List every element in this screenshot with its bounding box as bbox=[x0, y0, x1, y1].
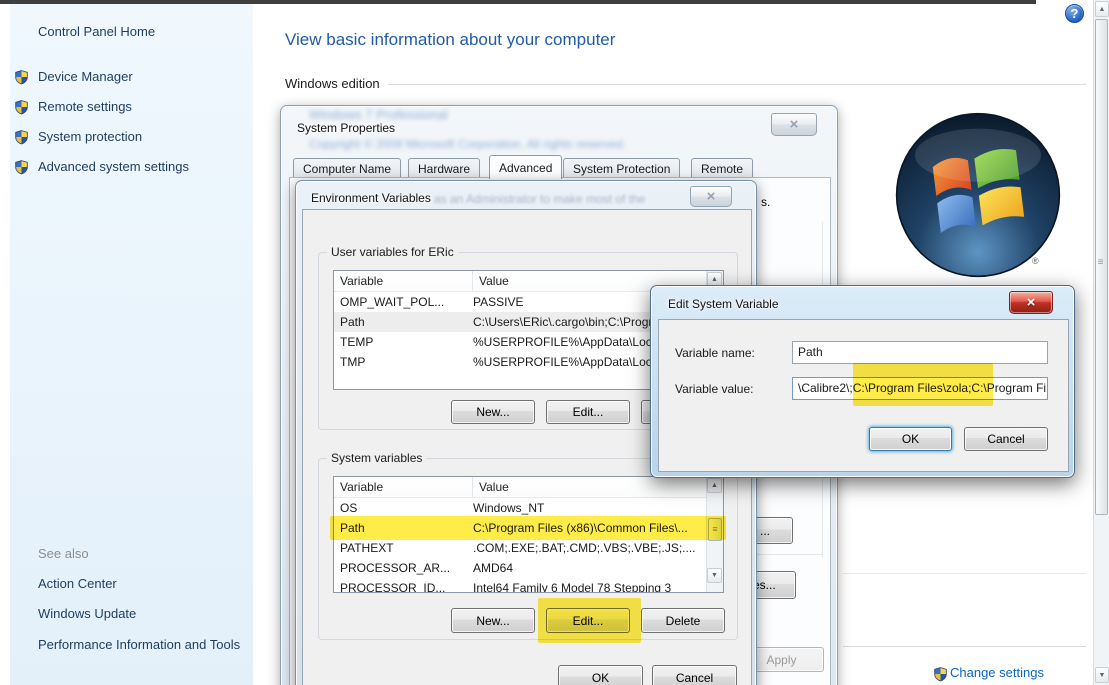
system-delete-button[interactable]: Delete bbox=[641, 608, 725, 633]
see-also-heading: See also bbox=[38, 546, 89, 561]
close-icon[interactable]: × bbox=[1009, 291, 1053, 314]
scroll-down-icon[interactable]: ▼ bbox=[1095, 667, 1109, 683]
page-title: View basic information about your comput… bbox=[285, 30, 616, 49]
page-scrollbar[interactable]: ▲ ≡ ▼ bbox=[1093, 0, 1109, 685]
env-cancel-button[interactable]: Cancel bbox=[652, 665, 737, 685]
sidebar-item-action-center[interactable]: Action Center bbox=[38, 576, 117, 591]
windows-logo bbox=[895, 112, 1061, 278]
uac-shield-icon bbox=[15, 70, 28, 85]
user-variables-label: User variables for ERic bbox=[327, 245, 458, 259]
edit-system-variable-title: Edit System Variable bbox=[668, 297, 779, 311]
system-new-button[interactable]: New... bbox=[451, 608, 535, 633]
sidebar-item-control-panel-home[interactable]: Control Panel Home bbox=[38, 24, 155, 39]
table-row[interactable]: OS Windows_NT bbox=[334, 498, 723, 518]
sidebar-item-system-protection[interactable]: System protection bbox=[38, 129, 142, 144]
blurred-background-text: Copyright © 2009 Microsoft Corporation. … bbox=[309, 137, 626, 151]
scroll-up-icon[interactable]: ▲ bbox=[707, 478, 722, 493]
screen: Control Panel Home Device Manager Remote… bbox=[0, 0, 1109, 685]
highlight-annotation-variable-value bbox=[853, 363, 993, 406]
table-row[interactable]: PROCESSOR_ID... Intel64 Family 6 Model 7… bbox=[334, 578, 723, 592]
change-settings-link[interactable]: Change settings bbox=[950, 665, 1044, 680]
tab-system-protection[interactable]: System Protection bbox=[563, 158, 681, 179]
table-row[interactable]: PROCESSOR_AR... AMD64 bbox=[334, 558, 723, 578]
column-variable[interactable]: Variable bbox=[334, 477, 473, 497]
table-row[interactable]: PATHEXT .COM;.EXE;.BAT;.CMD;.VBS;.VBE;.J… bbox=[334, 538, 723, 558]
blurred-background-text: as an Administrator to make most of the bbox=[434, 192, 646, 206]
sidebar-item-device-manager[interactable]: Device Manager bbox=[38, 69, 133, 84]
user-new-button[interactable]: New... bbox=[451, 400, 535, 424]
scrollbar-grip-icon: ≡ bbox=[1097, 257, 1104, 268]
close-icon[interactable]: × bbox=[771, 113, 817, 136]
list-header[interactable]: Variable Value bbox=[334, 477, 723, 498]
uac-shield-icon bbox=[934, 667, 947, 682]
uac-shield-icon bbox=[15, 100, 28, 115]
edit-ok-button[interactable]: OK bbox=[869, 427, 952, 451]
help-icon[interactable]: ? bbox=[1065, 4, 1084, 23]
highlight-annotation-path-row bbox=[330, 516, 726, 540]
edit-system-variable-dialog: Edit System Variable × Variable name: Pa… bbox=[650, 285, 1075, 478]
tab-advanced[interactable]: Advanced bbox=[489, 155, 563, 179]
windows-edition-heading: Windows edition bbox=[285, 76, 388, 91]
close-icon[interactable]: × bbox=[690, 186, 732, 207]
admin-note-fragment: s. bbox=[761, 195, 771, 209]
uac-shield-icon bbox=[15, 160, 28, 175]
variable-name-label: Variable name: bbox=[675, 346, 755, 360]
column-value[interactable]: Value bbox=[473, 477, 723, 497]
registered-mark: ® bbox=[1032, 256, 1039, 266]
sidebar-item-remote-settings[interactable]: Remote settings bbox=[38, 99, 132, 114]
uac-shield-icon bbox=[15, 130, 28, 145]
user-edit-button[interactable]: Edit... bbox=[546, 400, 630, 424]
system-variables-label: System variables bbox=[327, 451, 427, 465]
blurred-background-text: Windows 7 Professional bbox=[309, 107, 448, 122]
tab-hardware[interactable]: Hardware bbox=[408, 158, 481, 179]
edit-system-variable-body: Variable name: Path Variable value: \Cal… bbox=[658, 319, 1069, 472]
variable-name-input[interactable]: Path bbox=[792, 341, 1048, 364]
system-properties-title: System Properties bbox=[297, 121, 396, 135]
env-ok-button[interactable]: OK bbox=[558, 665, 643, 685]
section-divider bbox=[843, 573, 1086, 574]
environment-variables-title: Environment Variables bbox=[311, 191, 431, 205]
sidebar-item-performance-info[interactable]: Performance Information and Tools bbox=[38, 636, 243, 653]
scroll-down-icon[interactable]: ▼ bbox=[707, 568, 722, 583]
section-divider bbox=[843, 646, 1086, 647]
highlight-annotation-edit-button bbox=[538, 598, 641, 643]
sidebar-item-windows-update[interactable]: Windows Update bbox=[38, 606, 136, 621]
tab-remote[interactable]: Remote bbox=[691, 158, 754, 179]
sidebar-item-advanced-system-settings[interactable]: Advanced system settings bbox=[38, 159, 189, 174]
windows-edition-rule bbox=[285, 84, 1086, 85]
variable-value-label: Variable value: bbox=[675, 382, 754, 396]
scroll-up-icon[interactable]: ▲ bbox=[1095, 1, 1109, 17]
edit-cancel-button[interactable]: Cancel bbox=[964, 427, 1048, 451]
tab-computer-name[interactable]: Computer Name bbox=[293, 158, 402, 179]
column-variable[interactable]: Variable bbox=[334, 271, 473, 291]
